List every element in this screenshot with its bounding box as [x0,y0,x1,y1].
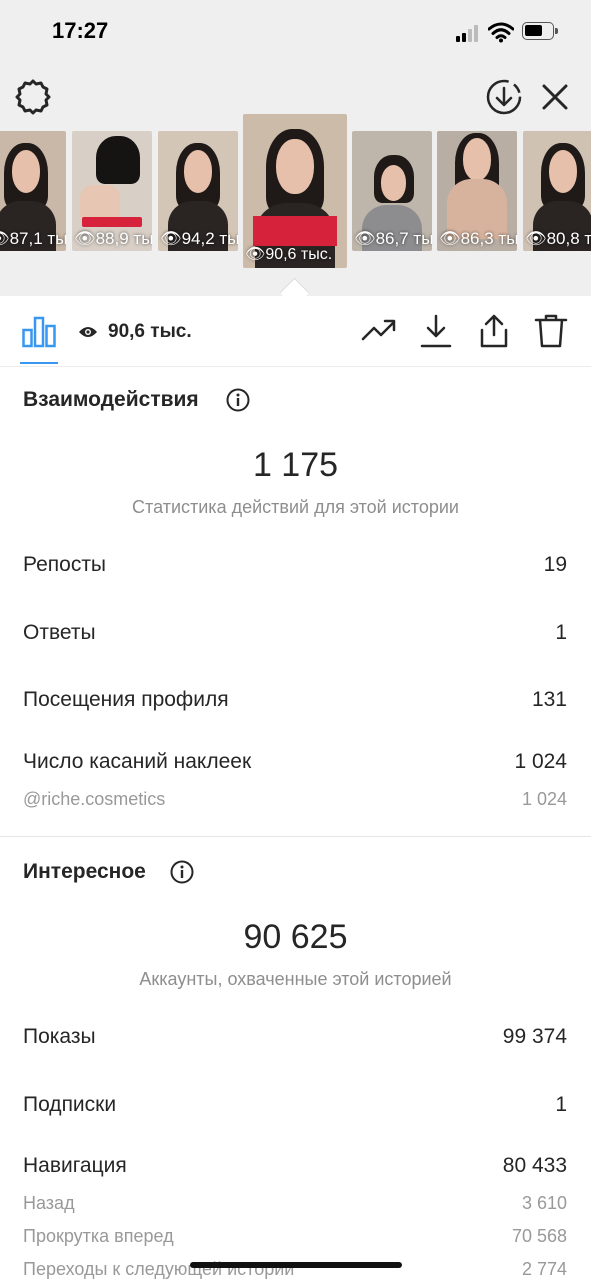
story-thumbnail[interactable]: 👁86,3 тыс. [437,131,517,251]
cellular-signal-icon [456,24,482,42]
sticker-account-value: 1 024 [521,789,567,809]
eye-icon: 👁 [0,229,10,248]
reposts-value: 19 [543,553,567,576]
close-icon[interactable] [538,80,572,114]
download-icon[interactable] [418,313,454,349]
story-thumbnail-selected[interactable]: 👁90,6 тыс. [243,114,347,268]
sticker-account-label: @riche.cosmetics [23,789,166,809]
delete-trash-icon[interactable] [533,313,569,349]
interactions-title: Взаимодействия [23,388,199,411]
insights-bar-chart-icon[interactable] [22,316,56,348]
discovery-total: 90 625 [243,918,348,956]
nav-back-label: Назад [23,1193,75,1213]
profile-visits-value: 131 [531,688,567,711]
nav-forward-label: Прокрутка вперед [23,1226,174,1246]
eye-icon: 👁 [439,229,461,248]
discovery-caption: Аккаунты, охваченные этой историей [139,969,452,989]
status-bar: 17:27 [0,0,591,64]
discovery-title: Интересное [23,860,146,883]
info-icon[interactable] [226,388,250,412]
active-tab-indicator [20,362,58,364]
section-divider [0,836,591,837]
replies-label: Ответы [23,621,96,644]
interactions-caption: Статистика действий для этой истории [132,497,459,517]
interactions-total: 1 175 [252,446,339,484]
nav-back-value: 3 610 [521,1193,567,1213]
sticker-taps-value: 1 024 [514,750,567,773]
eye-icon: 👁 [160,229,182,248]
story-thumbnail[interactable]: 👁80,8 тыс. [523,131,591,251]
eye-icon: 👁 [74,229,96,248]
story-thumbnail[interactable]: 👁87,1 тыс. [0,131,66,251]
share-icon[interactable] [476,313,512,349]
story-thumbnail[interactable]: 👁94,2 тыс. [158,131,238,251]
settings-gear-icon[interactable] [14,78,52,116]
impressions-value: 99 374 [502,1025,567,1048]
nav-forward-value: 70 568 [511,1226,567,1246]
impressions-label: Показы [23,1025,96,1048]
home-indicator[interactable] [190,1262,402,1268]
eye-icon: 👁 [525,229,547,248]
nav-next-story-value: 2 774 [521,1259,567,1279]
story-views: 87,1 тыс. [9,229,66,248]
navigation-value: 80 433 [502,1154,567,1177]
save-story-icon[interactable] [485,78,523,116]
eye-icon: 👁 [354,229,376,248]
story-views: 86,7 тыс. [375,229,432,248]
story-views: 86,3 тыс. [460,229,517,248]
story-views: 88,9 тыс. [95,229,152,248]
info-icon[interactable] [170,860,194,884]
wifi-icon [488,22,514,43]
story-reach: 90,6 тыс. [108,321,192,342]
sticker-taps-label: Число касаний наклеек [23,750,252,773]
reposts-label: Репосты [23,553,107,576]
navigation-label: Навигация [23,1154,127,1177]
story-views: 90,6 тыс. [265,246,333,263]
replies-value: 1 [555,621,567,644]
status-time: 17:27 [52,18,109,43]
story-views: 80,8 тыс. [546,229,591,248]
follows-value: 1 [555,1093,567,1116]
eye-icon [79,327,97,337]
eye-icon: 👁 [245,246,266,263]
story-thumbnail[interactable]: 👁86,7 тыс. [352,131,432,251]
story-thumbnail[interactable]: 👁88,9 тыс. [72,131,152,251]
follows-label: Подписки [23,1093,117,1116]
promote-trend-icon[interactable] [361,313,397,349]
profile-visits-label: Посещения профиля [23,688,229,711]
story-views: 94,2 тыс. [181,229,238,248]
battery-icon [522,22,558,40]
